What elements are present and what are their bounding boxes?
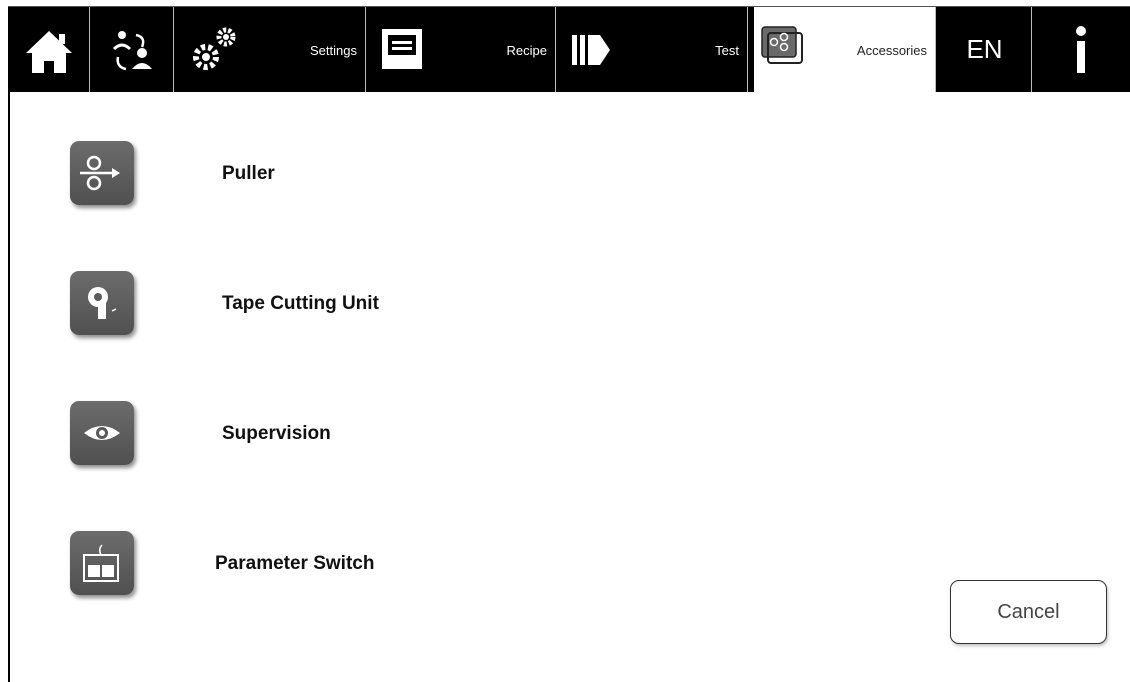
tab-accessories-label: Accessories <box>856 43 927 58</box>
cancel-button[interactable]: Cancel <box>950 580 1107 644</box>
language-tab[interactable]: EN <box>938 7 1032 92</box>
supervision-button[interactable] <box>70 401 134 465</box>
tab-recipe-label: Recipe <box>506 43 547 58</box>
tab-settings-label: Settings <box>310 43 357 58</box>
test-play-icon <box>572 35 610 65</box>
language-label: EN <box>966 34 1003 64</box>
tape-cutting-unit-label: Tape Cutting Unit <box>222 293 379 314</box>
tab-test-label: Test <box>715 43 739 58</box>
info-icon <box>1076 25 1086 73</box>
parameter-switch-icon <box>83 544 119 582</box>
supervision-label: Supervision <box>222 423 331 444</box>
tab-test[interactable]: Test <box>556 7 748 92</box>
parameter-switch-button[interactable] <box>70 531 134 595</box>
tab-settings[interactable]: Settings <box>174 7 366 92</box>
parameter-switch-label: Parameter Switch <box>215 553 375 574</box>
tab-accessories[interactable]: Accessories <box>754 7 936 92</box>
user-change-tab[interactable] <box>90 7 174 92</box>
left-border <box>8 90 10 682</box>
user-change-icon <box>112 31 152 71</box>
puller-label: Puller <box>222 163 275 184</box>
top-nav-bar: Settings Recipe Test Accessories EN <box>8 6 1130 92</box>
recipe-icon <box>382 29 422 69</box>
tape-cutting-unit-button[interactable] <box>70 271 134 335</box>
accessories-icon <box>761 26 803 64</box>
tab-recipe[interactable]: Recipe <box>366 7 556 92</box>
eye-icon <box>84 426 120 440</box>
gears-icon <box>193 27 236 70</box>
tape-cutting-icon <box>88 287 117 319</box>
puller-icon <box>80 155 120 191</box>
info-tab[interactable] <box>1032 7 1130 92</box>
home-tab[interactable] <box>8 7 90 92</box>
puller-button[interactable] <box>70 141 134 205</box>
home-icon <box>26 31 72 73</box>
